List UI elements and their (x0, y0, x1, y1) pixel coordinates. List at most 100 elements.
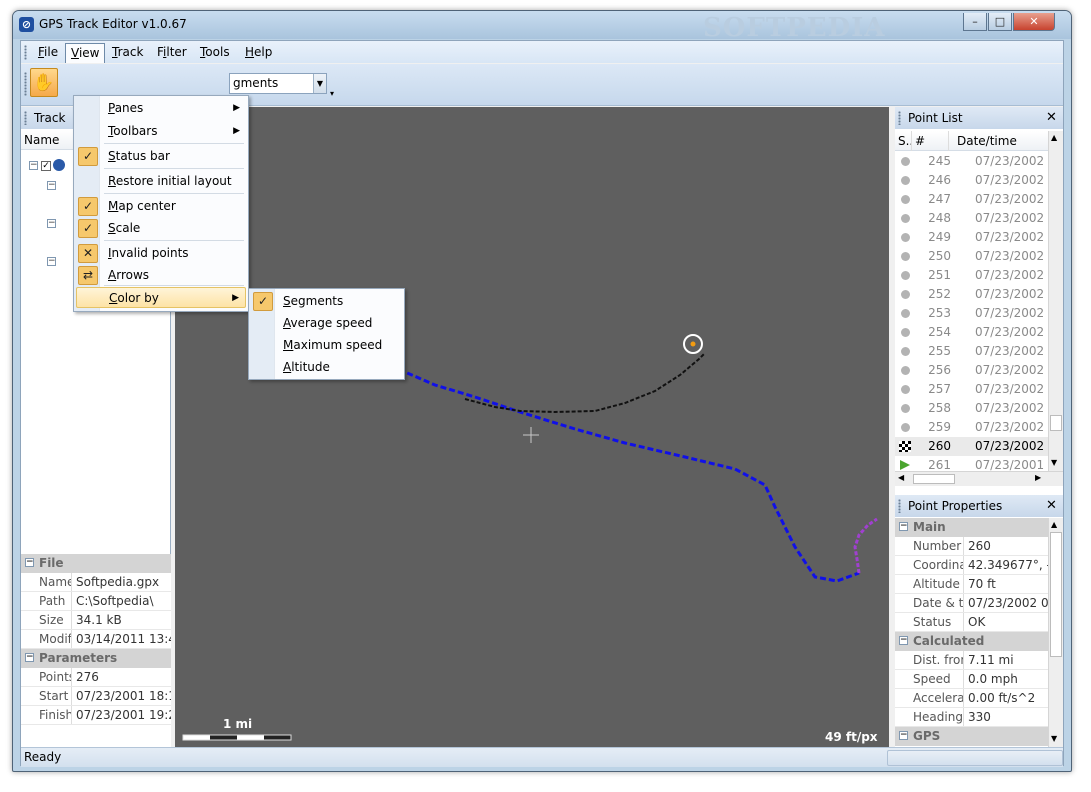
tree-checkbox[interactable]: ✓ (41, 161, 51, 171)
point-list-row[interactable]: 255 07/23/2002 0 (895, 342, 1048, 361)
collapse-icon[interactable]: − (899, 636, 908, 645)
scroll-down-icon[interactable]: ▼ (1051, 458, 1057, 467)
view-menu-item-status-bar[interactable]: ✓ Status bar (76, 146, 246, 167)
point-list-row[interactable]: 245 07/23/2002 0 (895, 152, 1048, 171)
map-view[interactable]: 1 mi 49 ft/px (175, 107, 889, 747)
minimize-button[interactable]: – (963, 13, 987, 31)
close-icon[interactable]: ✕ (1046, 107, 1057, 129)
color-by-item-altitude[interactable]: Altitude (251, 357, 403, 378)
scroll-thumb[interactable] (1050, 415, 1062, 431)
column-status[interactable]: S.. (898, 131, 912, 151)
scroll-thumb[interactable] (1050, 532, 1062, 657)
color-by-combo[interactable]: gments ▼ (229, 73, 327, 94)
point-list-row[interactable]: 256 07/23/2002 0 (895, 361, 1048, 380)
view-menu-item-color-by[interactable]: Color by ▶ (76, 287, 246, 308)
track-pane-grip[interactable] (24, 111, 27, 125)
point-list-row[interactable]: 258 07/23/2002 0 (895, 399, 1048, 418)
collapse-icon[interactable]: − (899, 522, 908, 531)
menu-tools[interactable]: Tools (195, 43, 235, 61)
point-properties-grip[interactable] (898, 499, 901, 513)
point-list-row[interactable]: 254 07/23/2002 0 (895, 323, 1048, 342)
menu-view[interactable]: View (65, 43, 106, 63)
scroll-up-icon[interactable]: ▲ (1051, 133, 1057, 142)
title-bar[interactable]: ⊘ GPS Track Editor v1.0.67 SOFTPEDIA – □… (13, 11, 1071, 43)
point-list-row[interactable]: 257 07/23/2002 0 (895, 380, 1048, 399)
view-menu-item-scale[interactable]: ✓ Scale (76, 218, 246, 239)
section-main[interactable]: − Main (895, 518, 1048, 537)
scroll-left-icon[interactable]: ◀ (898, 473, 904, 482)
menu-file[interactable]: File (33, 43, 63, 61)
view-menu-item-invalid-points[interactable]: ✕ Invalid points (76, 243, 246, 264)
tree-collapse-icon[interactable]: − (47, 257, 56, 266)
scroll-down-icon[interactable]: ▼ (1051, 734, 1057, 743)
point-list-row[interactable]: 260 07/23/2002 0 (895, 437, 1048, 456)
property-row[interactable]: Number 260 (895, 537, 1048, 556)
tree-collapse-icon[interactable]: − (47, 181, 56, 190)
point-list-scrollbar[interactable]: ▲ ▼ (1048, 131, 1063, 471)
toolbar-overflow-icon[interactable]: ▾ (330, 88, 338, 100)
property-row[interactable]: Finish 07/23/2001 19:28: (21, 706, 171, 725)
maximize-button[interactable]: □ (988, 13, 1012, 31)
collapse-icon[interactable]: − (899, 731, 908, 740)
property-row[interactable]: Acceleration 0.00 ft/s^2 (895, 689, 1048, 708)
close-button[interactable]: ✕ (1013, 13, 1055, 31)
color-by-item-maximum-speed[interactable]: Maximum speed (251, 335, 403, 356)
property-row[interactable]: Start 07/23/2001 18:13: (21, 687, 171, 706)
column-datetime[interactable]: Date/time (957, 131, 1017, 151)
map-canvas[interactable] (175, 107, 889, 747)
point-list-hscrollbar[interactable]: ◀ ▶ (895, 471, 1063, 486)
view-menu-item-panes[interactable]: Panes ▶ (76, 98, 246, 119)
close-icon[interactable]: ✕ (1046, 495, 1057, 517)
menubar-grip[interactable] (24, 45, 27, 60)
point-list-row[interactable]: 253 07/23/2002 0 (895, 304, 1048, 323)
property-row[interactable]: Path C:\Softpedia\ (21, 592, 171, 611)
point-list-row[interactable]: 251 07/23/2002 0 (895, 266, 1048, 285)
tree-collapse-icon[interactable]: − (47, 219, 56, 228)
property-row[interactable]: Speed 0.0 mph (895, 670, 1048, 689)
property-row[interactable]: Dist. from 7.11 mi (895, 651, 1048, 670)
hscroll-thumb[interactable] (913, 474, 955, 484)
menu-help[interactable]: Help (240, 43, 277, 61)
property-row[interactable]: Size 34.1 kB (21, 611, 171, 630)
menu-track[interactable]: Track (107, 43, 148, 61)
view-menu-item-toolbars[interactable]: Toolbars ▶ (76, 121, 246, 142)
collapse-icon[interactable]: − (25, 653, 34, 662)
point-properties-scrollbar[interactable]: ▲ ▼ (1048, 518, 1063, 747)
selected-point-marker[interactable] (683, 334, 703, 354)
property-row[interactable]: Name Softpedia.gpx (21, 573, 171, 592)
toolbar-grip[interactable] (24, 72, 27, 96)
color-by-item-segments[interactable]: ✓ Segments (251, 291, 403, 312)
column-number[interactable]: # (915, 131, 949, 151)
section-calculated[interactable]: − Calculated (895, 632, 1048, 651)
view-menu-item-restore-initial-layout[interactable]: Restore initial layout (76, 171, 246, 192)
point-list-row[interactable]: 259 07/23/2002 0 (895, 418, 1048, 437)
tree-collapse-icon[interactable]: − (29, 161, 38, 170)
point-list-row[interactable]: 246 07/23/2002 0 (895, 171, 1048, 190)
point-list-grip[interactable] (898, 111, 901, 125)
section-parameters[interactable]: − Parameters (21, 649, 171, 668)
property-row[interactable]: Points 276 (21, 668, 171, 687)
scroll-right-icon[interactable]: ▶ (1035, 473, 1041, 482)
point-list-row[interactable]: 249 07/23/2002 0 (895, 228, 1048, 247)
menu-filter[interactable]: Filter (152, 43, 192, 61)
property-row[interactable]: Heading 330 (895, 708, 1048, 727)
point-list-row[interactable]: 247 07/23/2002 0 (895, 190, 1048, 209)
collapse-icon[interactable]: − (25, 558, 34, 567)
point-list-row[interactable]: 252 07/23/2002 0 (895, 285, 1048, 304)
property-row[interactable]: Modified 03/14/2011 13:45: (21, 630, 171, 649)
section-file[interactable]: − File (21, 554, 171, 573)
property-row[interactable]: Status OK (895, 613, 1048, 632)
scroll-up-icon[interactable]: ▲ (1051, 520, 1057, 529)
property-row[interactable]: Altitude 70 ft (895, 575, 1048, 594)
color-by-item-average-speed[interactable]: Average speed (251, 313, 403, 334)
point-list-row[interactable]: 248 07/23/2002 0 (895, 209, 1048, 228)
chevron-down-icon[interactable]: ▼ (313, 74, 326, 93)
point-list-row[interactable]: 250 07/23/2002 0 (895, 247, 1048, 266)
view-menu-item-map-center[interactable]: ✓ Map center (76, 196, 246, 217)
view-menu-item-arrows[interactable]: ⇄ Arrows (76, 265, 246, 286)
section-gps[interactable]: − GPS (895, 727, 1048, 746)
property-row[interactable]: Coordinates 42.349677°, -70 (895, 556, 1048, 575)
point-list-row[interactable]: 261 07/23/2001 1 (895, 456, 1048, 472)
hand-tool-button[interactable]: ✋ (30, 68, 58, 97)
property-row[interactable]: Date & time 07/23/2002 01:0 (895, 594, 1048, 613)
